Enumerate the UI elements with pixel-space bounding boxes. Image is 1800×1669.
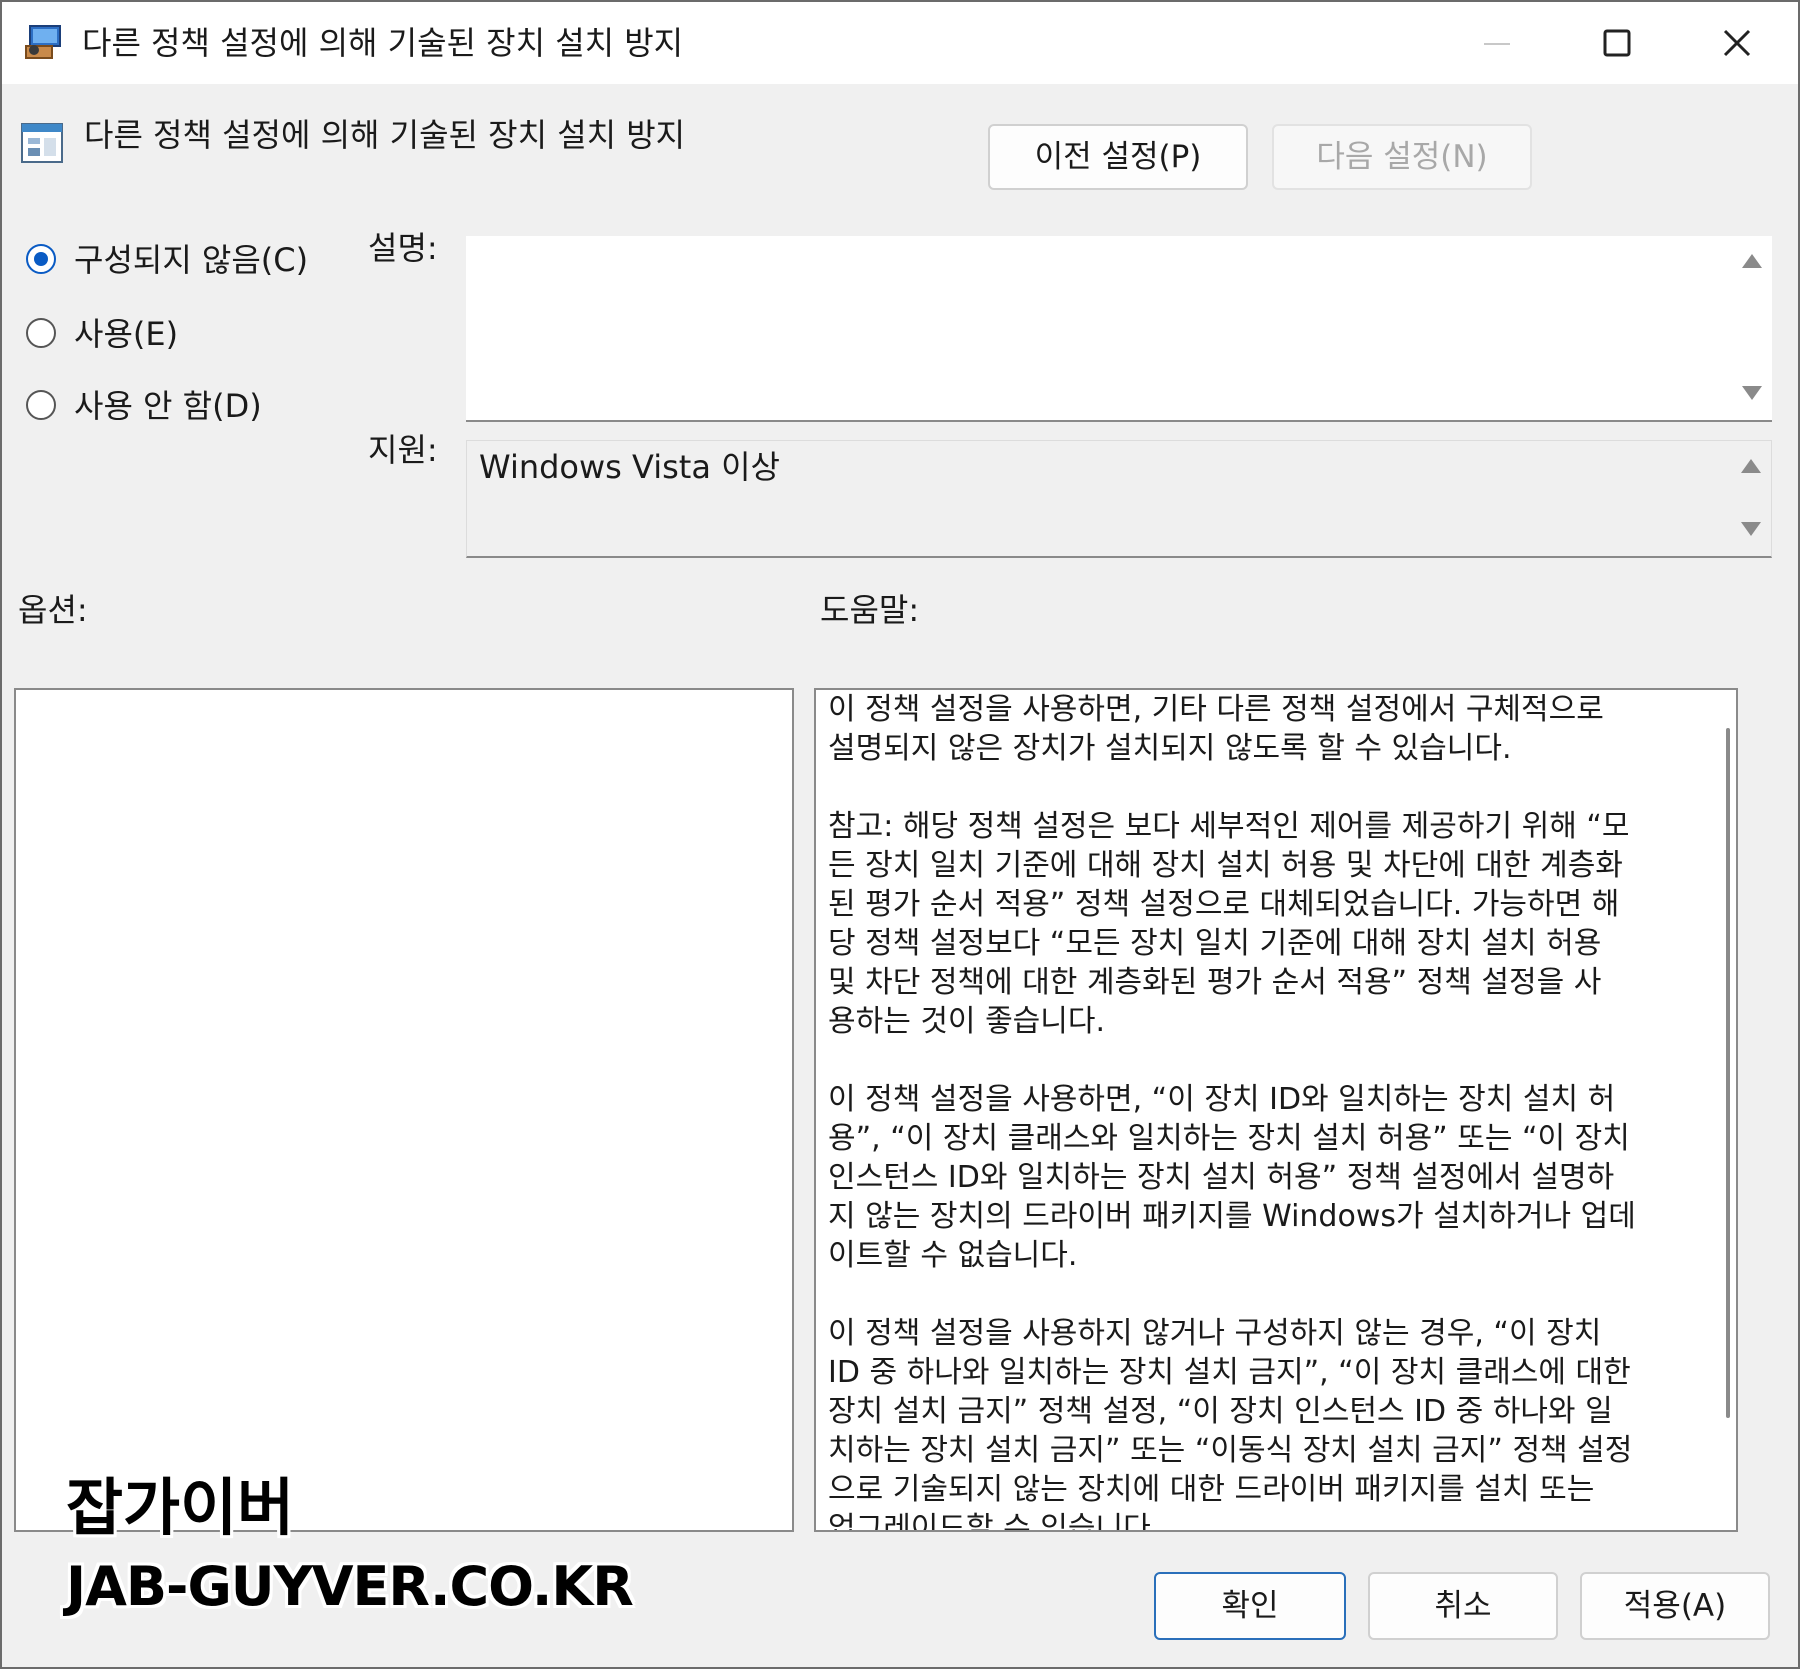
minimize-button[interactable] <box>1442 16 1552 70</box>
scroll-up-arrow-icon[interactable] <box>1741 459 1761 473</box>
comment-scrollbar[interactable] <box>1732 236 1772 420</box>
radio-label: 사용 안 함(D) <box>74 387 262 425</box>
policy-title: 다른 정책 설정에 의해 기술된 장치 설치 방지 <box>84 116 686 154</box>
close-button[interactable] <box>1682 16 1792 70</box>
scroll-down-arrow-icon[interactable] <box>1741 522 1761 536</box>
title-bar[interactable]: 다른 정책 설정에 의해 기술된 장치 설치 방지 <box>2 2 1798 84</box>
supported-scrollbar[interactable] <box>1731 441 1771 556</box>
supported-value: Windows Vista 이상 <box>479 448 780 486</box>
previous-setting-button[interactable]: 이전 설정(P) <box>988 124 1248 190</box>
help-label: 도움말: <box>820 591 920 629</box>
options-panel <box>14 688 794 1532</box>
radio-circle <box>26 318 56 348</box>
policy-setting-icon <box>20 120 64 164</box>
supported-textbox: Windows Vista 이상 <box>466 440 1772 558</box>
minimize-icon <box>1484 43 1510 45</box>
close-icon <box>1723 29 1751 57</box>
comment-textbox[interactable] <box>466 236 1772 422</box>
maximize-button[interactable] <box>1562 16 1672 70</box>
radio-label: 사용(E) <box>74 315 179 353</box>
supported-label: 지원: <box>368 431 438 469</box>
comment-label: 설명: <box>368 229 438 267</box>
watermark-brand: 잡가이버 <box>66 1471 295 1544</box>
options-label: 옵션: <box>18 591 88 629</box>
cancel-button[interactable]: 취소 <box>1368 1572 1558 1640</box>
radio-label: 구성되지 않음(C) <box>74 241 309 279</box>
window-title: 다른 정책 설정에 의해 기술된 장치 설치 방지 <box>82 24 684 62</box>
group-policy-icon <box>24 24 64 62</box>
help-scrollbar-thumb[interactable] <box>1726 728 1730 1418</box>
next-setting-button[interactable]: 다음 설정(N) <box>1272 124 1532 190</box>
watermark-url: JAB-GUYVER.CO.KR <box>66 1555 634 1618</box>
scroll-down-arrow-icon[interactable] <box>1742 386 1762 400</box>
ok-button[interactable]: 확인 <box>1154 1572 1346 1640</box>
radio-circle-checked <box>26 244 56 274</box>
policy-dialog-window: 다른 정책 설정에 의해 기술된 장치 설치 방지 다른 정책 설정에 의해 기… <box>0 0 1800 1669</box>
help-panel[interactable]: 이 정책 설정을 사용하면, 기타 다른 정책 설정에서 구체적으로 설명되지 … <box>814 688 1738 1532</box>
help-text: 이 정책 설정을 사용하면, 기타 다른 정책 설정에서 구체적으로 설명되지 … <box>828 692 1636 1532</box>
watermark: 잡가이버 JAB-GUYVER.CO.KR <box>66 1471 634 1622</box>
apply-button[interactable]: 적용(A) <box>1580 1572 1770 1640</box>
radio-circle <box>26 390 56 420</box>
maximize-icon <box>1603 29 1631 57</box>
scroll-up-arrow-icon[interactable] <box>1742 254 1762 268</box>
